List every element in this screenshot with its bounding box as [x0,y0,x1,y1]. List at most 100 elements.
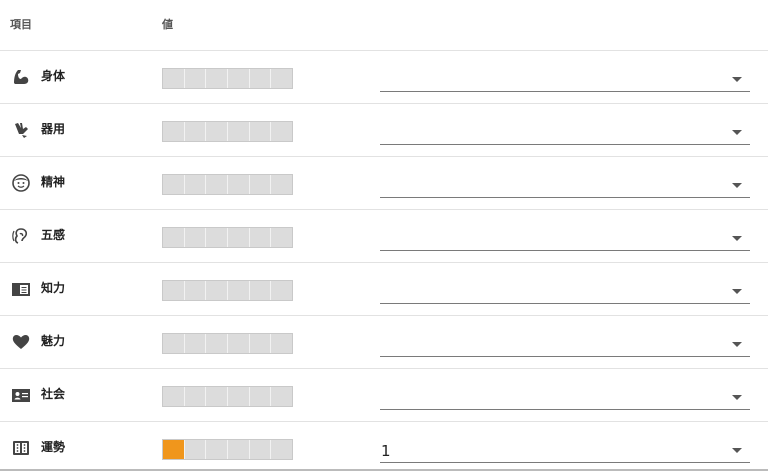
value-select[interactable] [380,116,750,145]
attribute-row-social: 社会 [0,369,768,422]
meter-segment [206,175,229,194]
meter-segment [206,440,229,459]
book-icon [10,279,32,299]
face-icon [10,173,32,193]
meter-segment [271,334,292,353]
meter-segment [185,440,207,459]
meter-segment [163,440,185,459]
column-header-value: 値 [162,18,173,31]
dropdown-arrow-icon[interactable] [732,342,742,347]
meter-segment [185,334,207,353]
meter-segment [228,387,250,406]
attribute-label: 魅力 [41,334,66,348]
meter-segment [163,69,185,88]
attribute-rows: 身体器用精神五感知力魅力社会運勢 1 [0,51,768,474]
level-meter [162,386,293,407]
meter-segment [185,281,207,300]
meter-segment [163,334,185,353]
dropdown-arrow-icon[interactable] [732,395,742,400]
meter-segment [271,281,292,300]
meter-segment [228,228,250,247]
value-select[interactable] [380,275,750,304]
attribute-table: 項目 値 身体器用精神五感知力魅力社会運勢 1 [0,0,768,474]
ear-icon [10,226,32,246]
level-meter [162,68,293,89]
value-select[interactable] [380,381,750,410]
meter-segment [250,334,272,353]
meter-segment [206,281,229,300]
meter-segment [228,122,250,141]
value-select[interactable] [380,169,750,198]
dropdown-arrow-icon[interactable] [732,77,742,82]
meter-segment [163,387,185,406]
meter-segment [250,387,272,406]
level-meter [162,121,293,142]
meter-segment [228,281,250,300]
meter-segment [206,387,229,406]
meter-segment [185,228,207,247]
meter-segment [185,175,207,194]
meter-segment [250,122,272,141]
meter-segment [185,69,207,88]
meter-segment [271,440,292,459]
attribute-label: 身体 [41,69,66,83]
attribute-label: 精神 [41,175,66,189]
meter-segment [206,228,229,247]
meter-segment [271,228,292,247]
meter-segment [271,122,292,141]
dice-icon [10,438,32,458]
hand-icon [10,120,32,140]
attribute-row-dex: 器用 [0,104,768,157]
attribute-row-body: 身体 [0,51,768,104]
meter-segment [185,387,207,406]
value-select[interactable]: 1 [380,434,750,463]
column-header-item: 項目 [10,18,32,31]
meter-segment [206,122,229,141]
flexed-arm-icon [10,67,32,87]
dropdown-arrow-icon[interactable] [732,130,742,135]
meter-segment [228,440,250,459]
attribute-label: 五感 [41,228,66,242]
meter-segment [250,228,272,247]
meter-segment [163,175,185,194]
attribute-row-mind: 精神 [0,157,768,210]
meter-segment [228,334,250,353]
level-meter [162,280,293,301]
attribute-row-sense: 五感 [0,210,768,263]
meter-segment [250,175,272,194]
meter-segment [250,69,272,88]
value-select[interactable] [380,328,750,357]
dropdown-arrow-icon[interactable] [732,448,742,453]
meter-segment [250,440,272,459]
meter-segment [185,122,207,141]
select-value: 1 [381,442,391,460]
heart-icon [10,332,32,352]
meter-segment [163,228,185,247]
table-header: 項目 値 [0,0,768,51]
level-meter [162,333,293,354]
dropdown-arrow-icon[interactable] [732,183,742,188]
id-card-icon [10,385,32,405]
attribute-row-charm: 魅力 [0,316,768,369]
meter-segment [228,175,250,194]
level-meter [162,174,293,195]
attribute-row-luck: 運勢 1 [0,422,768,474]
value-select[interactable] [380,222,750,251]
dropdown-arrow-icon[interactable] [732,236,742,241]
meter-segment [163,122,185,141]
meter-segment [271,387,292,406]
value-select[interactable] [380,63,750,92]
meter-segment [206,69,229,88]
meter-segment [271,69,292,88]
attribute-label: 運勢 [41,440,66,454]
meter-segment [228,69,250,88]
attribute-row-intel: 知力 [0,263,768,316]
meter-segment [163,281,185,300]
level-meter [162,439,293,460]
meter-segment [271,175,292,194]
dropdown-arrow-icon[interactable] [732,289,742,294]
level-meter [162,227,293,248]
meter-segment [250,281,272,300]
attribute-label: 知力 [41,281,66,295]
attribute-label: 社会 [41,387,66,401]
